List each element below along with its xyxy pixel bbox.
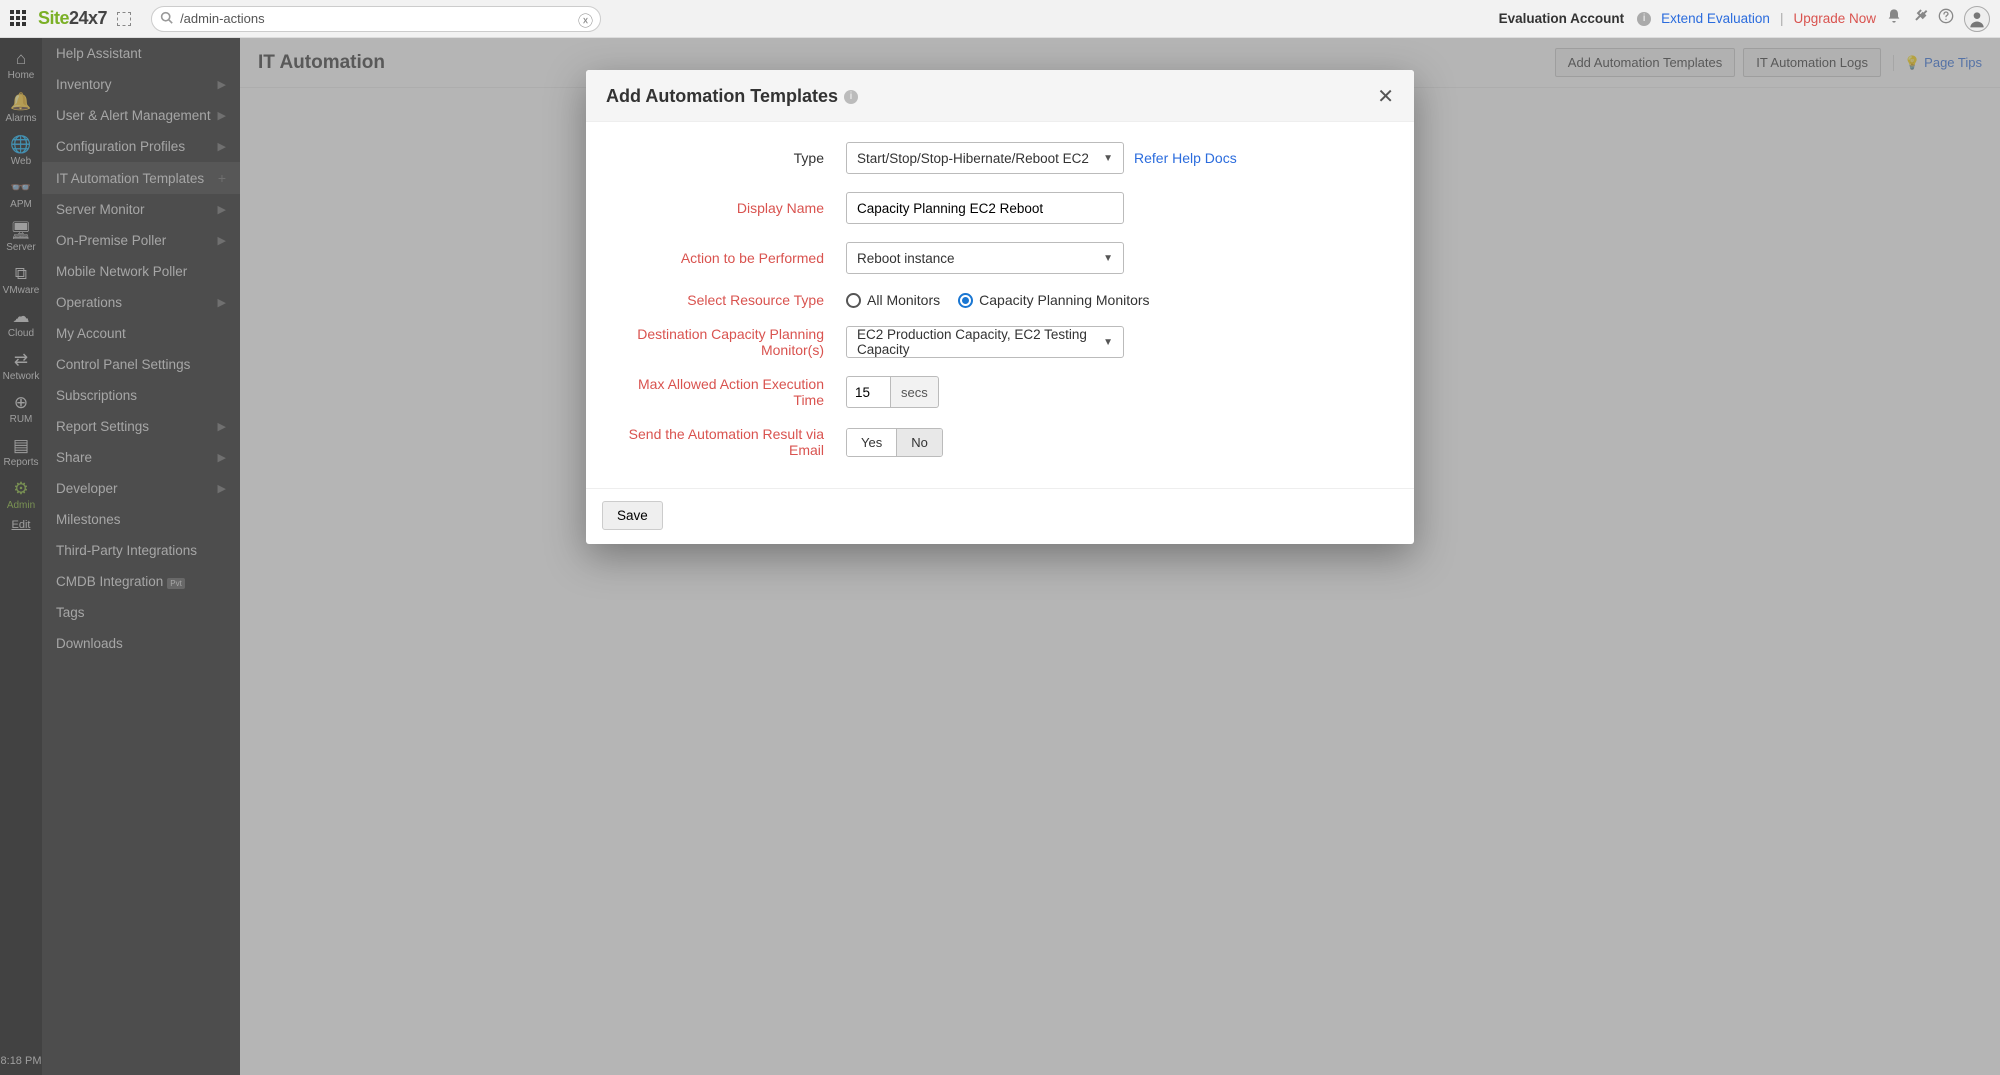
evaluation-label: Evaluation Account	[1499, 11, 1625, 26]
help-docs-link[interactable]: Refer Help Docs	[1134, 150, 1237, 166]
email-yes-option[interactable]: Yes	[847, 429, 897, 456]
notification-icon[interactable]	[1886, 8, 1902, 29]
search-icon	[160, 11, 173, 27]
logo-green: Site	[38, 8, 69, 28]
user-avatar[interactable]	[1964, 6, 1990, 32]
max-time-group: secs	[846, 376, 939, 408]
action-select[interactable]: Reboot instance ▼	[846, 242, 1124, 274]
settings-icon[interactable]	[1912, 8, 1928, 29]
close-icon[interactable]: ✕	[1377, 87, 1394, 107]
modal-body: Type Start/Stop/Stop-Hibernate/Reboot EC…	[586, 122, 1414, 488]
resource-type-group: All Monitors Capacity Planning Monitors	[846, 292, 1150, 308]
type-select[interactable]: Start/Stop/Stop-Hibernate/Reboot EC2 ▼	[846, 142, 1124, 174]
modal-title: Add Automation Templates	[606, 86, 838, 107]
destination-select[interactable]: EC2 Production Capacity, EC2 Testing Cap…	[846, 326, 1124, 358]
help-icon[interactable]	[1938, 8, 1954, 29]
type-value: Start/Stop/Stop-Hibernate/Reboot EC2	[857, 151, 1089, 166]
max-time-unit: secs	[890, 376, 939, 408]
label-email-result: Send the Automation Result via Email	[606, 426, 846, 458]
email-result-toggle: Yes No	[846, 428, 943, 457]
fullscreen-icon[interactable]	[117, 12, 131, 26]
label-destination: Destination Capacity Planning Monitor(s)	[606, 326, 846, 358]
label-resource-type: Select Resource Type	[606, 292, 846, 308]
radio-capacity-monitors[interactable]: Capacity Planning Monitors	[958, 292, 1149, 308]
extend-link[interactable]: Extend Evaluation	[1661, 11, 1770, 26]
chevron-down-icon: ▼	[1103, 153, 1113, 164]
search-input[interactable]	[151, 6, 601, 32]
label-max-time: Max Allowed Action Execution Time	[606, 376, 846, 408]
label-display-name: Display Name	[606, 200, 846, 216]
modal-info-icon[interactable]: i	[844, 90, 858, 104]
action-value: Reboot instance	[857, 251, 955, 266]
modal-header: Add Automation Templates i ✕	[586, 70, 1414, 122]
label-action: Action to be Performed	[606, 250, 846, 266]
email-no-option[interactable]: No	[897, 429, 942, 456]
chevron-down-icon: ▼	[1103, 337, 1113, 348]
add-automation-modal: Add Automation Templates i ✕ Type Start/…	[586, 70, 1414, 544]
max-time-input[interactable]	[846, 376, 890, 408]
label-type: Type	[606, 150, 846, 166]
display-name-input[interactable]	[846, 192, 1124, 224]
search-wrap: ⓧ	[151, 6, 601, 32]
radio-all-monitors[interactable]: All Monitors	[846, 292, 940, 308]
top-right: Evaluation Accounti Extend Evaluation | …	[1499, 6, 1990, 32]
logo[interactable]: Site24x7	[38, 8, 107, 29]
logo-dark: 24x7	[69, 8, 107, 28]
clear-search-icon[interactable]: ⓧ	[578, 10, 593, 31]
container: ⌂Home 🔔Alarms 🌐Web 👓APM 🖥Server ⧉VMware …	[0, 38, 2000, 1075]
separator: |	[1780, 11, 1784, 26]
modal-footer: Save	[586, 488, 1414, 544]
info-icon[interactable]: i	[1637, 12, 1651, 26]
upgrade-link[interactable]: Upgrade Now	[1793, 11, 1876, 26]
destination-value: EC2 Production Capacity, EC2 Testing Cap…	[857, 327, 1103, 357]
save-button[interactable]: Save	[602, 501, 663, 530]
apps-grid-icon[interactable]	[10, 10, 28, 28]
chevron-down-icon: ▼	[1103, 253, 1113, 264]
top-bar: Site24x7 ⓧ Evaluation Account i Extend Ev…	[0, 0, 2000, 38]
